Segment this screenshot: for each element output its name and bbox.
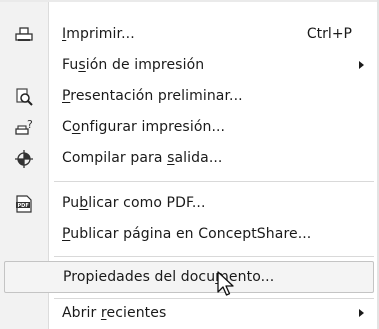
menu-separator bbox=[54, 181, 374, 182]
menu-item-label: Fusión de impresión bbox=[62, 57, 205, 73]
menu-item-collect-for-output[interactable]: Compilar para salida... bbox=[4, 144, 374, 174]
menu-item-document-properties[interactable]: Propiedades del documento... bbox=[4, 261, 374, 293]
prepress-target-icon bbox=[14, 149, 34, 169]
submenu-arrow-icon bbox=[359, 309, 364, 317]
menu-item-label: Imprimir... bbox=[62, 26, 135, 42]
menu-item-print-merge[interactable]: Fusión de impresión bbox=[4, 51, 374, 81]
menu-item-publish-pdf[interactable]: PDF Publicar como PDF... bbox=[4, 189, 374, 219]
mouse-pointer-icon bbox=[217, 271, 237, 299]
menu-separator bbox=[54, 256, 374, 257]
svg-text:?: ? bbox=[27, 118, 33, 131]
menu-item-publish-conceptshare[interactable]: Publicar página en ConceptShare... bbox=[4, 220, 374, 250]
print-preview-icon bbox=[14, 87, 34, 107]
menu-item-label: Publicar como PDF... bbox=[62, 195, 206, 211]
print-setup-icon: ? bbox=[14, 118, 34, 138]
menu-item-label: Abrir recientes bbox=[62, 305, 167, 321]
printer-icon bbox=[14, 25, 34, 45]
menu-top-edge bbox=[0, 0, 379, 2]
menu-item-open-recent[interactable]: Abrir recientes bbox=[4, 299, 374, 329]
file-menu: Imprimir... Ctrl+P Fusión de impresión P… bbox=[0, 0, 379, 329]
submenu-arrow-icon bbox=[359, 61, 364, 69]
menu-item-shortcut: Ctrl+P bbox=[306, 26, 352, 42]
svg-text:PDF: PDF bbox=[18, 203, 29, 209]
menu-item-label: Propiedades del documento... bbox=[63, 269, 275, 285]
menu-item-label: Compilar para salida... bbox=[62, 150, 223, 166]
pdf-icon: PDF bbox=[14, 194, 34, 214]
menu-item-label: Publicar página en ConceptShare... bbox=[62, 226, 312, 242]
menu-item-print-setup[interactable]: ? Configurar impresión... bbox=[4, 113, 374, 143]
menu-item-print[interactable]: Imprimir... Ctrl+P bbox=[4, 20, 374, 50]
menu-item-label: Presentación preliminar... bbox=[62, 88, 243, 104]
menu-item-label: Configurar impresión... bbox=[62, 119, 226, 135]
menu-item-print-preview[interactable]: Presentación preliminar... bbox=[4, 82, 374, 112]
